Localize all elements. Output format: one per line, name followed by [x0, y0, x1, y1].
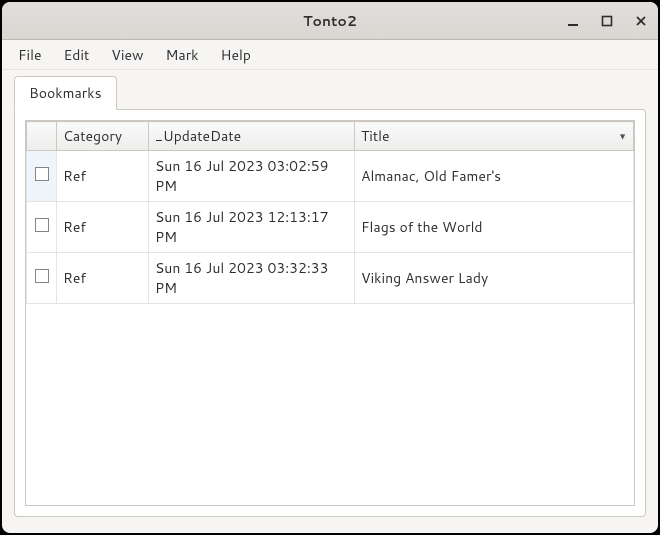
menu-file[interactable]: File: [8, 41, 52, 69]
checkbox[interactable]: [35, 167, 49, 181]
minimize-button[interactable]: [562, 10, 584, 32]
menu-help[interactable]: Help: [211, 41, 261, 69]
maximize-icon: [601, 15, 613, 27]
tab-row: Bookmarks: [14, 78, 646, 110]
cell-update-date[interactable]: Sun 16 Jul 2023 03:02:59 PM: [149, 151, 355, 202]
column-category[interactable]: Category: [57, 122, 149, 151]
cell-title[interactable]: Flags of the World: [355, 202, 634, 253]
cell-update-date[interactable]: Sun 16 Jul 2023 12:13:17 PM: [149, 202, 355, 253]
window-controls: [562, 10, 652, 32]
minimize-icon: [567, 15, 579, 27]
checkbox[interactable]: [35, 218, 49, 232]
tab-bookmarks[interactable]: Bookmarks: [14, 76, 117, 110]
row-checkbox-cell[interactable]: [27, 202, 57, 253]
maximize-button[interactable]: [596, 10, 618, 32]
chevron-down-icon: ▼: [618, 130, 627, 143]
row-checkbox-cell[interactable]: [27, 151, 57, 202]
cell-category[interactable]: Ref: [57, 151, 149, 202]
tab-panel-bookmarks: Category _UpdateDate Title ▼ Ref: [14, 109, 646, 517]
menu-view[interactable]: View: [101, 41, 153, 69]
column-checkbox[interactable]: [27, 122, 57, 151]
cell-title[interactable]: Almanac, Old Famer's: [355, 151, 634, 202]
close-icon: [635, 15, 647, 27]
cell-category[interactable]: Ref: [57, 253, 149, 304]
table-row[interactable]: Ref Sun 16 Jul 2023 03:02:59 PM Almanac,…: [27, 151, 634, 202]
table-header-row: Category _UpdateDate Title ▼: [27, 122, 634, 151]
cell-category[interactable]: Ref: [57, 202, 149, 253]
close-button[interactable]: [630, 10, 652, 32]
bookmarks-table: Category _UpdateDate Title ▼ Ref: [26, 121, 634, 304]
cell-update-date[interactable]: Sun 16 Jul 2023 03:32:33 PM: [149, 253, 355, 304]
menu-mark[interactable]: Mark: [156, 41, 209, 69]
table-row[interactable]: Ref Sun 16 Jul 2023 12:13:17 PM Flags of…: [27, 202, 634, 253]
cell-title[interactable]: Viking Answer Lady: [355, 253, 634, 304]
titlebar: Tonto2: [2, 2, 658, 40]
content-area: Bookmarks Category _UpdateDate Title ▼: [2, 70, 658, 533]
column-title[interactable]: Title ▼: [355, 122, 634, 151]
app-window: Tonto2 File Edit View Mark Help Bookmark…: [2, 2, 658, 533]
bookmarks-table-wrap: Category _UpdateDate Title ▼ Ref: [25, 120, 635, 506]
row-checkbox-cell[interactable]: [27, 253, 57, 304]
checkbox[interactable]: [35, 269, 49, 283]
menu-edit[interactable]: Edit: [54, 41, 100, 69]
window-title: Tonto2: [303, 11, 357, 31]
table-row[interactable]: Ref Sun 16 Jul 2023 03:32:33 PM Viking A…: [27, 253, 634, 304]
column-update-date[interactable]: _UpdateDate: [149, 122, 355, 151]
menubar: File Edit View Mark Help: [2, 40, 658, 70]
column-title-label: Title: [361, 126, 390, 146]
